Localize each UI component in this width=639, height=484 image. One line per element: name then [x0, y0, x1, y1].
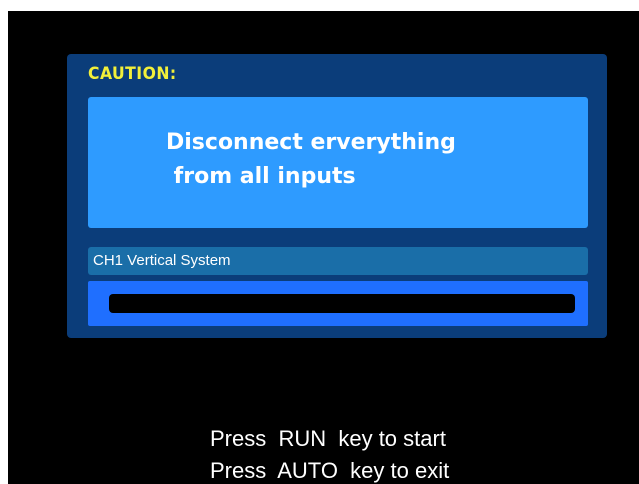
self-calibration-dialog: CAUTION: Disconnect erverything from all…	[67, 54, 607, 338]
progress-label: CH1 Vertical System	[93, 252, 231, 269]
caution-message-box: Disconnect erverything from all inputs	[88, 97, 588, 228]
progress-bar	[109, 294, 575, 313]
caution-message-line-1: Disconnect erverything	[166, 130, 456, 155]
oscilloscope-screen: CAUTION: Disconnect erverything from all…	[8, 11, 639, 484]
caution-title: CAUTION:	[88, 64, 177, 84]
progress-label-bar: CH1 Vertical System	[88, 247, 588, 275]
hint-run-to-start: Press RUN key to start	[210, 426, 446, 451]
hint-auto-to-exit: Press AUTO key to exit	[210, 458, 450, 483]
caution-message-line-2: from all inputs	[166, 164, 356, 189]
progress-frame	[88, 281, 588, 326]
